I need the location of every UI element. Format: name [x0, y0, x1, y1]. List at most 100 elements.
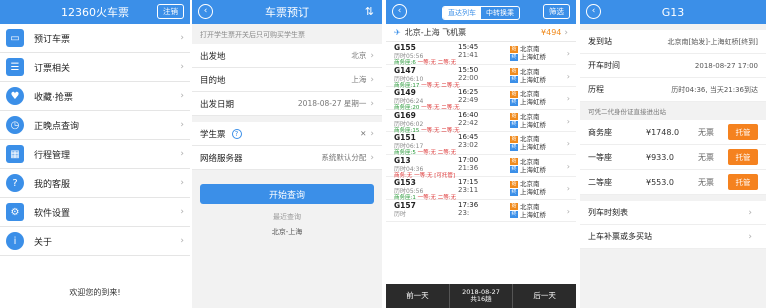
menu-item[interactable]: ? 我的客服 › [0, 169, 190, 198]
help-icon[interactable]: ? [231, 128, 242, 139]
train-detail-screen: ‹ G13 发到站 北京南[始发]-上海虹桥[终到] 开车时间 2018-08-… [580, 0, 766, 308]
menu-item-label: 正晚点查询 [34, 121, 80, 132]
gear-icon: ⚙ [6, 203, 24, 221]
to-station-name: 上海虹桥 [520, 120, 546, 129]
id-card-note: 可凭二代身份证直接进出站 [588, 108, 666, 116]
menu-item[interactable]: i 关于 › [0, 227, 190, 256]
student-field[interactable]: 学生票 ? ✕ › [192, 122, 382, 146]
chevron-right-icon: › [748, 231, 752, 242]
chevron-right-icon: › [180, 149, 184, 159]
end-badge-icon: 终 [510, 121, 518, 128]
welcome-text: 欢迎您的到来! [69, 288, 121, 297]
server-field[interactable]: 网络服务器 系统默认分配 › [192, 146, 382, 170]
hosting-button[interactable]: 托管 [728, 124, 758, 140]
end-badge-icon: 终 [510, 166, 518, 173]
chevron-right-icon: › [370, 128, 374, 139]
train-row[interactable]: G151 历时06:17 商务座:5 一等:无 二等:无 16:45 23:02 始北京南… [386, 132, 576, 156]
chevron-right-icon: › [180, 62, 184, 72]
duration-label: 历程 [588, 85, 604, 94]
menu-item[interactable]: ☰ 订票相关 › [0, 53, 190, 82]
train-row[interactable]: G157 历时 17:36 23: 始北京南终上海虹桥 › [386, 200, 576, 222]
arrive-time: 22:42 [458, 118, 479, 127]
depart-time-value: 2018-08-27 17:00 [694, 61, 758, 70]
seat-price: ¥553.0 [646, 177, 674, 187]
header: ‹ 直达列车 中转换乘 筛选 [386, 0, 576, 24]
chevron-right-icon: › [180, 33, 184, 43]
menu-item[interactable]: ◷ 正晚点查询 › [0, 111, 190, 140]
arrive-time: 23: [458, 208, 470, 217]
swap-icon[interactable]: ⇅ [365, 5, 374, 18]
from-field[interactable]: 出发地 北京 › [192, 44, 382, 68]
list-icon: ☰ [6, 58, 24, 76]
station-row: 发到站 北京南[始发]-上海虹桥[终到] [580, 30, 766, 54]
page-title: 车票预订 [265, 6, 309, 19]
search-button[interactable]: 开始查询 [200, 184, 374, 204]
chevron-right-icon: › [180, 207, 184, 217]
date-label: 出发日期 [200, 99, 235, 110]
header: ‹ 车票预订 ⇅ [192, 0, 382, 24]
to-field[interactable]: 目的地 上海 › [192, 68, 382, 92]
train-duration: 历时 [394, 210, 407, 218]
ticket-icon: ▭ [6, 29, 24, 47]
menu-item[interactable]: ▭ 预订车票 › [0, 24, 190, 53]
menu-item-label: 收藏·抢票 [34, 92, 73, 103]
filter-button[interactable]: 筛选 [543, 4, 570, 19]
back-icon[interactable]: ‹ [586, 4, 601, 19]
app-title: 12360火车票 [61, 6, 129, 19]
timetable-link[interactable]: 列车时刻表 › [580, 201, 766, 225]
menu-item-label: 软件设置 [34, 208, 71, 219]
train-count: 共16趟 [470, 295, 492, 303]
arrive-time: 22:00 [458, 73, 479, 82]
hosting-button[interactable]: 托管 [728, 174, 758, 190]
recent-item[interactable]: 北京-上海 [192, 227, 382, 237]
menu-item[interactable]: ▦ 行程管理 › [0, 140, 190, 169]
train-row[interactable]: G155 历时05:56 商务座:6 一等:无 二等:无 15:45 21:41 始北京南… [386, 42, 576, 66]
chevron-right-icon: › [370, 74, 374, 85]
end-badge-icon: 终 [510, 53, 518, 61]
student-toggle-icon[interactable]: ✕ [242, 129, 366, 138]
chevron-right-icon: › [180, 120, 184, 130]
grid-icon: ▦ [6, 145, 24, 163]
chevron-right-icon: › [566, 71, 570, 81]
page-title: G13 [661, 5, 685, 19]
chevron-right-icon: › [566, 116, 570, 126]
train-row[interactable]: G153 历时05:56 商务座:1 一等:无 二等:无 17:15 23:11 始北京南… [386, 177, 576, 201]
back-icon[interactable]: ‹ [392, 4, 407, 19]
prev-day-button[interactable]: 前一天 [386, 284, 449, 308]
current-date[interactable]: 2018-08-27 共16趟 [448, 284, 514, 308]
to-station-name: 上海虹桥 [520, 143, 546, 151]
end-badge-icon: 终 [510, 76, 518, 83]
arrive-time: 22:49 [458, 96, 479, 104]
chevron-right-icon: › [566, 49, 570, 58]
depart-time: 15:50 [458, 65, 479, 74]
back-icon[interactable]: ‹ [198, 4, 213, 19]
chevron-right-icon: › [566, 161, 570, 171]
seat-row: 商务座 ¥1748.0 无票 托管 [580, 120, 766, 145]
main-menu-screen: 12360火车票 注销 ▭ 预订车票 › ☰ 订票相关 › ♥ 收藏·抢票 › ◷ 正晚点查询 › ▦ 行… [0, 0, 190, 308]
tab-transfer[interactable]: 中转换乘 [481, 7, 519, 19]
train-row[interactable]: G169 历时06:02 商务座:15 一等:无 二等:无 16:40 22:42 始北京… [386, 110, 576, 134]
end-badge-icon: 终 [510, 211, 518, 218]
train-row[interactable]: G13 历时04:36 商务:无 一等:无 [可托管] 17:00 21:36 始北京南终… [386, 155, 576, 179]
recent-title: 最近查询 [273, 213, 301, 221]
train-row[interactable]: G147 历时06:10 商务座:17 一等:无 二等:无 15:50 22:00 始北京… [386, 65, 576, 89]
tab-direct[interactable]: 直达列车 [443, 6, 481, 19]
train-row[interactable]: G149 历时06:24 商务座:20 一等:无 二等:无 16:25 22:49 始北京… [386, 87, 576, 111]
to-station-name: 上海虹桥 [520, 165, 546, 174]
plane-ticket-row[interactable]: ✈ 北京-上海 飞机票 ¥494 › [386, 24, 576, 42]
logout-button[interactable]: 注销 [157, 4, 184, 19]
to-station: 终上海虹桥 [510, 74, 546, 84]
menu-item[interactable]: ♥ 收藏·抢票 › [0, 82, 190, 111]
from-value: 北京 [351, 51, 367, 60]
date-field[interactable]: 出发日期 2018-08-27 星期一 › [192, 92, 382, 116]
arrive-time: 21:41 [458, 51, 479, 59]
menu-item[interactable]: ⚙ 软件设置 › [0, 198, 190, 227]
header: ‹ G13 [580, 0, 766, 24]
board-ticket-link[interactable]: 上车补票或多买站 › [580, 225, 766, 249]
next-day-button[interactable]: 后一天 [513, 284, 576, 308]
hosting-button[interactable]: 托管 [728, 149, 758, 165]
server-value: 系统默认分配 [321, 153, 367, 162]
date-nav-bar: 前一天 2018-08-27 共16趟 后一天 [386, 284, 576, 308]
menu-item-label: 预订车票 [34, 34, 71, 45]
header: 12360火车票 注销 [0, 0, 190, 24]
